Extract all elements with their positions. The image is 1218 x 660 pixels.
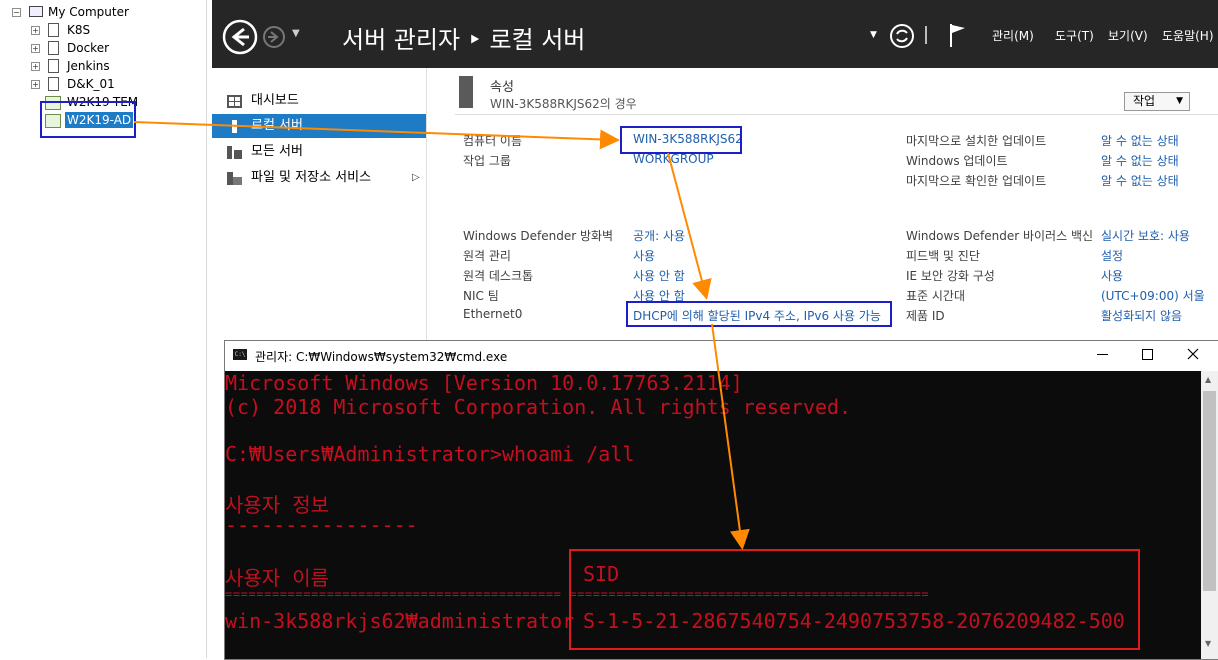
annotation-arrows bbox=[133, 121, 750, 550]
arrow-ethernet-to-sid bbox=[711, 323, 750, 550]
arrow-vm-to-computer-name bbox=[133, 121, 620, 150]
arrow-computer-name-to-ethernet bbox=[667, 152, 712, 300]
